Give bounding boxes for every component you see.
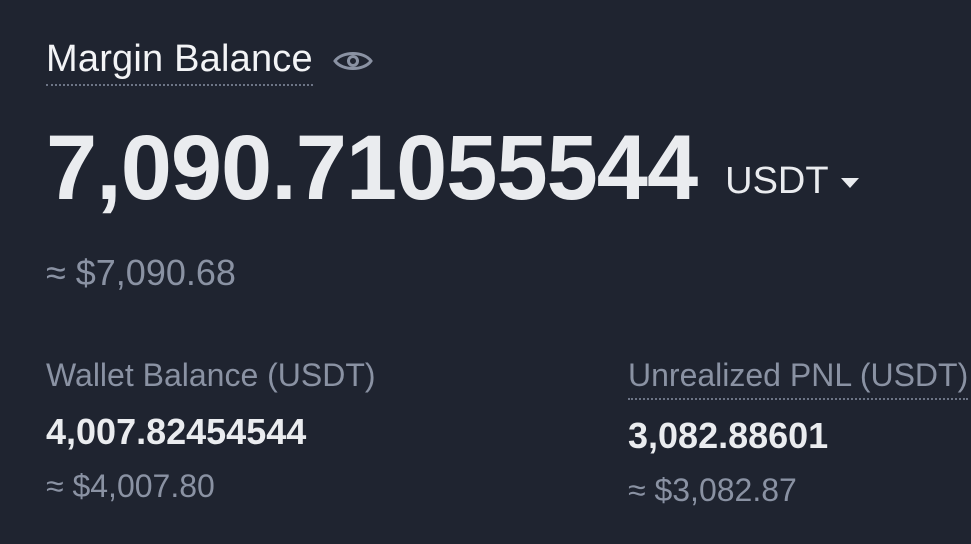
wallet-balance-approx: ≈ $4,007.80 [46, 468, 215, 504]
currency-label: USDT [725, 160, 829, 202]
unrealized-pnl-value: 3,082.88601 [628, 415, 829, 456]
unrealized-pnl-block: Unrealized PNL (USDT) 3,082.88601 ≈ $3,0… [628, 354, 969, 510]
margin-balance-value: 7,090.71055544 [46, 117, 698, 219]
unrealized-pnl-approx: ≈ $3,082.87 [628, 472, 797, 508]
wallet-balance-label: Wallet Balance (USDT) [46, 357, 376, 393]
eye-icon[interactable] [331, 46, 375, 76]
caret-down-icon [840, 178, 859, 188]
unrealized-pnl-label[interactable]: Unrealized PNL (USDT) [628, 354, 969, 400]
currency-dropdown[interactable]: USDT [725, 158, 859, 218]
margin-balance-header: Margin Balance [46, 36, 375, 86]
wallet-balance-block: Wallet Balance (USDT) 4,007.82454544 ≈ $… [46, 354, 376, 506]
margin-balance-approx: ≈ $7,090.68 [46, 252, 236, 293]
margin-balance-title[interactable]: Margin Balance [46, 36, 313, 86]
wallet-balance-value: 4,007.82454544 [46, 411, 307, 452]
margin-balance-row: 7,090.71055544 USDT [46, 118, 859, 218]
